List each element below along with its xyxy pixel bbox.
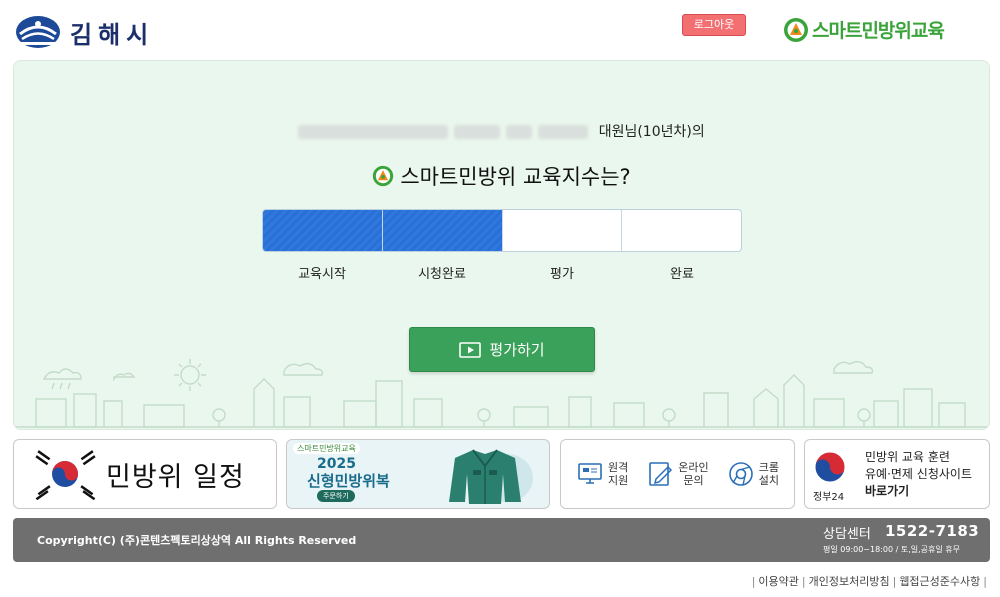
copyright-text: Copyright(C) (주)콘텐츠펙토리상상역 All Rights Res… [37, 534, 357, 547]
link-separator: | [801, 575, 806, 588]
remote-support-link[interactable]: 원격 지원 [576, 459, 628, 489]
brand-logo[interactable]: 스마트민방위교육 [783, 16, 945, 43]
online-inquiry-icon [649, 462, 673, 486]
new-uniform-banner[interactable]: 스마트민방위교육 2025 신형민방위복 주문하기 [286, 439, 550, 509]
question-title: 스마트민방위 교육지수는? [14, 161, 989, 191]
main-panel: 대원님(10년차)의 스마트민방위 교육지수는? 교육시작 시청완료 평가 완료… [13, 60, 990, 430]
remote-support-label: 원격 지원 [608, 461, 628, 487]
cityscape-illustration [14, 359, 989, 428]
redacted-unit [298, 125, 449, 139]
step-label: 시청완료 [418, 267, 466, 282]
uniform-jacket-icon [449, 449, 533, 504]
gov24-line2: 유예·면제 신청사이트 [865, 467, 972, 481]
footer: Copyright(C) (주)콘텐츠펙토리상상역 All Rights Res… [13, 518, 990, 562]
logout-button[interactable]: 로그아웃 [682, 14, 746, 36]
uniform-order-pill: 주문하기 [317, 490, 355, 502]
help-center-label: 상담센터 [823, 527, 871, 542]
progress-segment [263, 210, 383, 251]
progress-segment [622, 210, 741, 251]
terms-link[interactable]: 이용약관 [758, 575, 798, 588]
remote-support-label-line1: 원격 [608, 461, 629, 474]
progress-segment [383, 210, 503, 251]
government-emblem-icon [814, 451, 846, 483]
chrome-icon [728, 462, 753, 486]
user-line: 대원님(10년차)의 [14, 121, 989, 141]
help-center-phone: 1522-7183 [885, 522, 980, 540]
help-center-hours: 평일 09:00~18:00 / 토,일,공휴일 휴무 [823, 545, 961, 554]
gov24-text: 민방위 교육 훈련 유예·면제 신청사이트 바로가기 [865, 449, 972, 500]
civil-defense-emblem-icon [784, 17, 808, 42]
banner-row: 민방위 일정 스마트민방위교육 2025 신형민방위복 주문하기 원격 지원 온… [13, 439, 990, 509]
header: 김해시 로그아웃 스마트민방위교육 [0, 0, 1000, 58]
remote-support-label-line2: 지원 [608, 474, 629, 487]
step-label: 완료 [670, 267, 694, 282]
gov24-label: 정부24 [813, 492, 845, 503]
progress-segment [503, 210, 623, 251]
link-separator: | [751, 575, 756, 588]
chrome-install-link[interactable]: 크롬 설치 [727, 459, 779, 489]
privacy-policy-link[interactable]: 개인정보처리방침 [809, 575, 890, 588]
city-logo[interactable]: 김해시 [14, 14, 154, 50]
uniform-banner-title: 신형민방위복 [307, 472, 390, 490]
online-inquiry-label-line2: 문의 [683, 474, 704, 487]
question-text: 스마트민방위 교육지수는? [400, 165, 631, 189]
remote-support-icon [578, 463, 602, 484]
redacted-role [506, 125, 533, 139]
support-services-banner: 원격 지원 온라인 문의 크롬 설치 [560, 439, 795, 509]
step-label: 평가 [550, 267, 574, 282]
city-name: 김해시 [70, 20, 155, 49]
civil-defense-schedule-banner[interactable]: 민방위 일정 [13, 439, 277, 509]
civil-defense-emblem-icon [373, 165, 394, 187]
gov24-exemption-banner[interactable]: 정부24 민방위 교육 훈련 유예·면제 신청사이트 바로가기 [804, 439, 990, 509]
brand-name: 스마트민방위교육 [812, 20, 945, 42]
gov24-line3: 바로가기 [865, 483, 972, 500]
online-inquiry-link[interactable]: 온라인 문의 [646, 459, 709, 489]
online-inquiry-label-line1: 온라인 [678, 461, 709, 474]
chrome-install-label-line1: 크롬 [758, 461, 779, 474]
footer-links: | 이용약관 | 개인정보처리방침 | 웹접근성준수사항 | [740, 573, 990, 589]
schedule-banner-title: 민방위 일정 [106, 461, 245, 493]
taegeuk-flag-icon [35, 450, 96, 500]
gov24-shortcut: 바로가기 [865, 484, 910, 498]
gov24-line1: 민방위 교육 훈련 [865, 450, 950, 464]
progress-steps: 교육시작 시청완료 평가 완료 [262, 263, 742, 282]
education-progress-bar [262, 209, 742, 252]
redacted-id [538, 125, 589, 139]
chrome-install-label-line2: 설치 [758, 474, 779, 487]
redacted-name [454, 125, 501, 139]
gimhae-emblem-icon [16, 16, 60, 48]
user-suffix: 대원님(10년차)의 [598, 124, 705, 140]
link-separator: | [892, 575, 897, 588]
accessibility-link[interactable]: 웹접근성준수사항 [899, 575, 980, 588]
step-label: 교육시작 [298, 267, 346, 282]
uniform-banner-tag: 스마트민방위교육 [293, 443, 360, 454]
link-separator: | [983, 575, 987, 588]
chrome-install-label: 크롬 설치 [759, 461, 779, 487]
online-inquiry-label: 온라인 문의 [678, 461, 708, 487]
